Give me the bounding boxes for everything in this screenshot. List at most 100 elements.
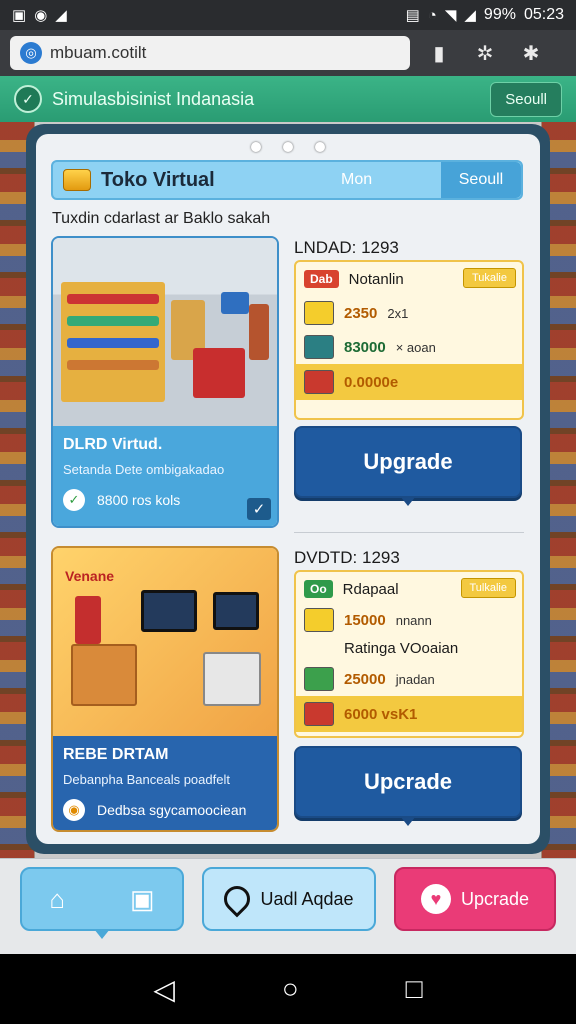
panel-tab[interactable]: Mon	[341, 171, 431, 189]
status-right: ▤ ◔ ◥ ◢ 99% 05:23	[406, 6, 564, 24]
stat-row: 15000 nnann	[296, 606, 522, 634]
screen: ▣ ◉ ◢ ▤ ◔ ◥ ◢ 99% 05:23 ◎ mbuam.cotilt ▮…	[0, 0, 576, 1024]
image-icon: ▣	[12, 7, 27, 24]
stat-label: Ratinga VOoaian	[344, 639, 459, 657]
battery-level: 99%	[483, 6, 516, 23]
stat-total: 6000 vsK1	[344, 705, 418, 723]
stat-value: 25000	[344, 670, 386, 688]
site-icon: ◎	[20, 42, 42, 64]
page-dots	[36, 142, 540, 152]
nav-map-label: Uadl Aqdae	[260, 888, 354, 909]
system-nav-bar: ◁ ○ □	[0, 954, 576, 1024]
store-image-1	[53, 238, 277, 426]
map-pin-icon	[219, 880, 256, 918]
scene-label: Venane	[65, 568, 115, 584]
page-dot[interactable]	[251, 142, 261, 152]
back-icon[interactable]: ◁	[153, 973, 175, 1006]
cash-register	[75, 596, 101, 644]
app-icon: ◉	[34, 7, 48, 24]
crate-icon	[304, 702, 334, 726]
bottom-nav: ⌂ ▣ Uadl Aqdae ♥ Upcrade	[0, 858, 576, 954]
crate-icon	[304, 667, 334, 691]
panel-title: Toko Virtual	[101, 168, 215, 191]
store-image-2: Venane	[53, 548, 277, 736]
panel-scroll-button[interactable]: Seoull	[441, 162, 521, 198]
nav-upgrade-button[interactable]: ♥ Upcrade	[394, 867, 556, 931]
crate-icon	[304, 301, 334, 325]
ribbon-badge: Tulkalie	[460, 578, 516, 598]
display-cart	[193, 348, 245, 398]
store-description: Debanpha Banceals poadfelt	[63, 772, 230, 787]
store-card-2[interactable]: Venane REBE DRTAM Debanpha Banceals poad…	[51, 546, 279, 832]
url-text: mbuam.cotilt	[50, 43, 147, 62]
url-bar[interactable]: ◎ mbuam.cotilt	[10, 36, 410, 70]
modal-body: Toko Virtual Mon Seoull Tuxdin cdarlast …	[36, 134, 540, 844]
stat-row: 2350 2x1	[296, 296, 522, 330]
stats-title-2: DVDTD: 1293	[294, 548, 400, 567]
browser-bar: ◎ mbuam.cotilt ▮ ✲ ✱	[0, 30, 576, 76]
check-icon[interactable]: ✓	[247, 498, 271, 520]
stat-value: 2350	[344, 304, 378, 322]
stat-value: 15000	[344, 611, 386, 629]
stat-badge: Dab	[304, 270, 339, 288]
shopping-bag-icon[interactable]: ▮	[422, 41, 456, 66]
coin-icon: ◉	[63, 799, 85, 821]
stat-total: 0.0000e	[344, 373, 399, 391]
status-left: ▣ ◉ ◢	[12, 6, 67, 24]
stat-row: Ratinga VOoaian	[296, 634, 522, 662]
wifi-icon: ◥	[444, 7, 457, 24]
page-dot[interactable]	[315, 142, 325, 152]
stat-extra: × aoan	[395, 339, 436, 355]
shelf-row	[67, 360, 159, 370]
produce-box	[71, 644, 137, 706]
modal-subtitle: Tuxdin cdarlast ar Baklo sakah	[52, 210, 271, 227]
shelf-row	[67, 294, 159, 304]
store-info-2: REBE DRTAM Debanpha Banceals poadfelt ◉ …	[53, 736, 277, 830]
gear-icon[interactable]: ✲	[468, 41, 502, 66]
store-meta: ✓ 8800 ros kols	[63, 489, 267, 511]
stat-label: Notanlin	[348, 270, 404, 288]
coins-icon	[63, 169, 91, 191]
shelf-unit	[249, 304, 269, 360]
crate-icon	[304, 608, 334, 632]
home-circle-icon[interactable]: ○	[282, 973, 299, 1005]
nav-home-button[interactable]: ⌂ ▣	[20, 867, 184, 939]
store-description: Setanda Dete ombigakadao	[63, 462, 225, 477]
alarm-icon: ◔	[427, 6, 437, 24]
store-name: DLRD Virtud.	[63, 436, 163, 453]
upgrade-button-1[interactable]: Upgrade	[294, 426, 522, 506]
upgrade-button-2[interactable]: Upcrade	[294, 746, 522, 826]
nfc-icon: ▤	[405, 7, 420, 24]
shelf-row	[67, 316, 159, 326]
stat-row: 83000 × aoan	[296, 330, 522, 364]
store-meta: ◉ Dedbsa sgycamoociean	[63, 799, 267, 821]
promo-screen	[221, 292, 249, 314]
store-card-1[interactable]: DLRD Virtud. Setanda Dete ombigakadao ✓ …	[51, 236, 279, 528]
monitor	[141, 590, 197, 632]
stat-label: Rdapaal	[342, 580, 399, 598]
stat-extra: jnadan	[395, 671, 435, 687]
nav-upgrade-label: Upcrade	[460, 888, 530, 909]
app-header: ✓ Simulasbisinist Indanasia Seoull	[0, 76, 576, 122]
stat-value: 83000	[344, 338, 386, 356]
signal-app-icon: ◢	[55, 7, 67, 24]
stat-extra: nnann	[395, 612, 432, 628]
product-rack	[203, 652, 261, 706]
heart-icon: ♥	[420, 884, 451, 914]
leaf-logo-icon: ✓	[14, 85, 42, 113]
stats-box-2: Tulkalie Oo Rdapaal 15000 nnann Ratinga …	[294, 570, 524, 738]
stat-total-row: 0.0000e	[296, 364, 522, 400]
stat-badge: Oo	[304, 580, 333, 598]
home-icon: ⌂	[49, 883, 66, 914]
header-scroll-button[interactable]: Seoull	[490, 81, 562, 117]
shopping-bag-icon: ▣	[129, 883, 155, 914]
nav-map-button[interactable]: Uadl Aqdae	[202, 867, 376, 931]
store-name: REBE DRTAM	[63, 746, 169, 763]
app-title: Simulasbisinist Indanasia	[52, 88, 255, 109]
clock: 05:23	[523, 6, 564, 23]
recents-icon[interactable]: □	[406, 973, 423, 1005]
bluetooth-icon[interactable]: ✱	[514, 41, 548, 66]
signal-icon: ◢	[464, 7, 476, 24]
page-dot[interactable]	[283, 142, 293, 152]
stat-extra: 2x1	[387, 305, 409, 321]
